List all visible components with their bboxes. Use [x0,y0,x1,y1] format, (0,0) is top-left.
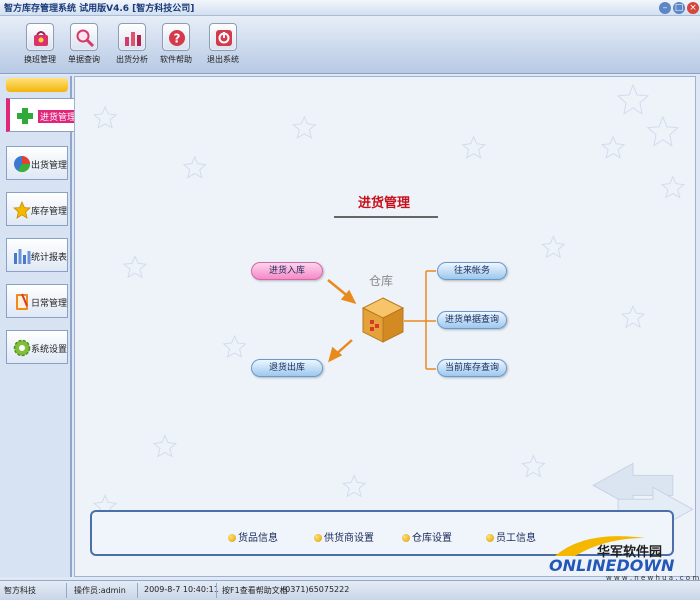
status-divider [66,583,67,598]
link-label: 仓库设置 [412,533,452,544]
link-label: 供货商设置 [324,533,374,544]
warehouse-settings-link[interactable]: 仓库设置 [402,529,452,544]
status-bar: 智方科技 操作员:admin 2009-8-7 10:40:11 按F1查看帮助… [0,580,700,600]
box-icon [361,297,405,343]
warehouse-label: 仓库 [369,274,394,288]
employee-info-link[interactable]: 员工信息 [486,529,536,544]
bullet-icon [228,534,236,542]
bullet-icon [402,534,410,542]
status-datetime: 2009-8-7 10:40:11 [144,585,219,594]
watermark-en: ONLINEDOWN [549,556,675,575]
status-operator: 操作员:admin [74,586,126,595]
status-phone: (0371)65075222 [282,585,350,594]
status-help-hint: 按F1查看帮助文档 [222,586,288,595]
link-label: 员工信息 [496,533,536,544]
bullet-icon [486,534,494,542]
app-window: 智方库存管理系统 试用版V4.6 [智方科技公司] – □ × 换班管理 单据查… [0,0,700,600]
supplier-settings-link[interactable]: 供货商设置 [314,529,374,544]
bullet-icon [314,534,322,542]
goods-info-link[interactable]: 货品信息 [228,529,278,544]
status-divider [137,583,138,598]
link-label: 货品信息 [238,533,278,544]
status-divider [216,583,217,598]
status-company: 智方科技 [4,586,36,595]
